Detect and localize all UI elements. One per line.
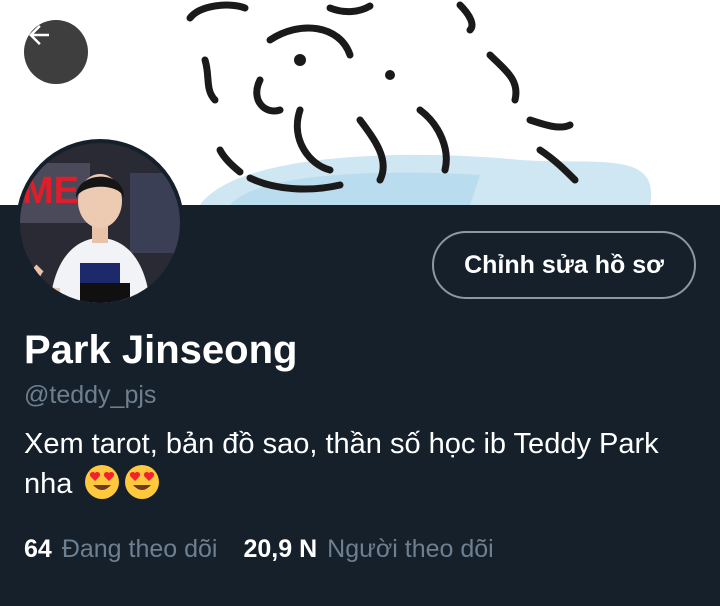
avatar[interactable]: ME [20, 143, 180, 303]
follow-stats: 64 Đang theo dõi 20,9 N Người theo dõi [24, 533, 494, 565]
arrow-left-icon [29, 25, 49, 45]
heart-eyes-emoji-icon [125, 465, 160, 499]
bio: Xem tarot, bản đồ sao, thần số học ib Te… [24, 424, 694, 504]
following-stat[interactable]: 64 Đang theo dõi [24, 533, 218, 565]
followers-count: 20,9 N [243, 535, 318, 563]
back-button[interactable] [24, 20, 88, 84]
edit-profile-button[interactable]: Chỉnh sửa hồ sơ [432, 231, 696, 299]
following-label: Đang theo dõi [61, 535, 218, 563]
followers-stat[interactable]: 20,9 N Người theo dõi [244, 533, 494, 565]
followers-label: Người theo dõi [327, 535, 494, 563]
avatar-photo: ME [20, 143, 180, 303]
following-count: 64 [24, 535, 52, 563]
user-handle: @teddy_pjs [24, 381, 157, 409]
display-name: Park Jinseong [24, 328, 298, 372]
heart-eyes-emoji-icon [85, 465, 120, 499]
